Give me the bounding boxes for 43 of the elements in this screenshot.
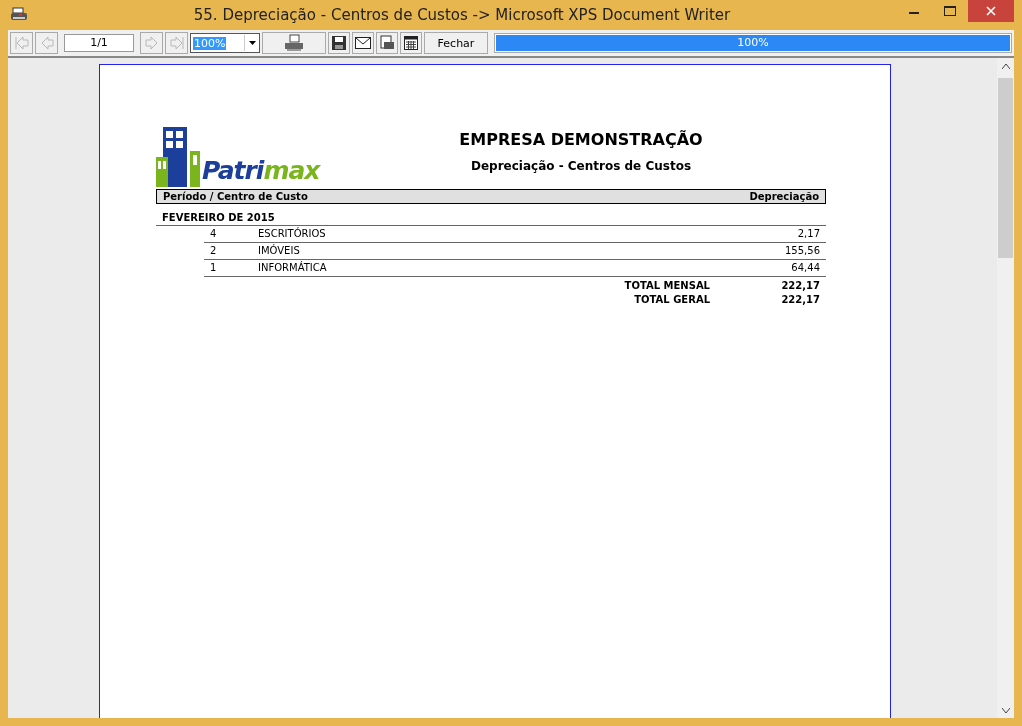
printer-icon [284,34,304,52]
logo-wordmark: Patrimax [202,156,320,185]
save-button[interactable] [328,32,350,54]
close-preview-button[interactable]: Fechar [424,32,488,54]
progress-reading: 100% [736,36,770,49]
period-heading: FEVEREIRO DE 2015 [156,204,826,226]
total-label: TOTAL GERAL [633,294,710,305]
depreciation-value: 64,44 [791,262,820,274]
envelope-icon [355,37,371,49]
email-button[interactable] [352,32,374,54]
scrollbar[interactable] [997,58,1014,718]
cost-center-code: 2 [210,245,218,257]
scroll-down-icon [1001,707,1010,713]
total-value: 222,17 [780,294,820,305]
depreciation-value: 2,17 [797,228,820,240]
total-value: 222,17 [780,280,820,291]
cost-center-name: ESCRITÓRIOS [258,228,327,240]
dropdown-arrow-icon [248,41,256,45]
last-page-icon [168,35,185,51]
maximize-icon [944,6,956,16]
close-icon [986,6,996,16]
depreciation-value: 155,56 [785,245,820,257]
cost-center-code: 4 [210,228,218,240]
printer-icon [10,7,28,23]
cost-center-name: INFORMÁTICA [258,262,328,274]
first-page-icon [13,35,30,51]
calendar-button[interactable] [400,32,422,54]
company-name: EMPRESA DEMONSTRAÇÃO [458,130,704,149]
cost-center-name: IMÓVEIS [258,245,301,257]
next-page-icon [143,35,160,51]
column-header: Depreciação [749,191,819,202]
scroll-up-icon [1001,63,1010,69]
window-title: 55. Depreciação - Centros de Custos -> Microsoft XPS Document Writer [192,6,732,24]
export-button[interactable] [376,32,398,54]
cost-center-code: 1 [210,262,218,274]
report-title: Depreciação - Centros de Custos [469,159,693,173]
page-field[interactable]: 1/1 [64,34,134,52]
scroll-thumb[interactable] [998,78,1013,258]
print-button[interactable] [262,32,326,54]
column-header: Período / Centro de Custo [163,191,308,202]
total-label: TOTAL MENSAL [623,280,710,291]
grid-icon [404,36,418,50]
document-printer-icon [379,35,395,51]
